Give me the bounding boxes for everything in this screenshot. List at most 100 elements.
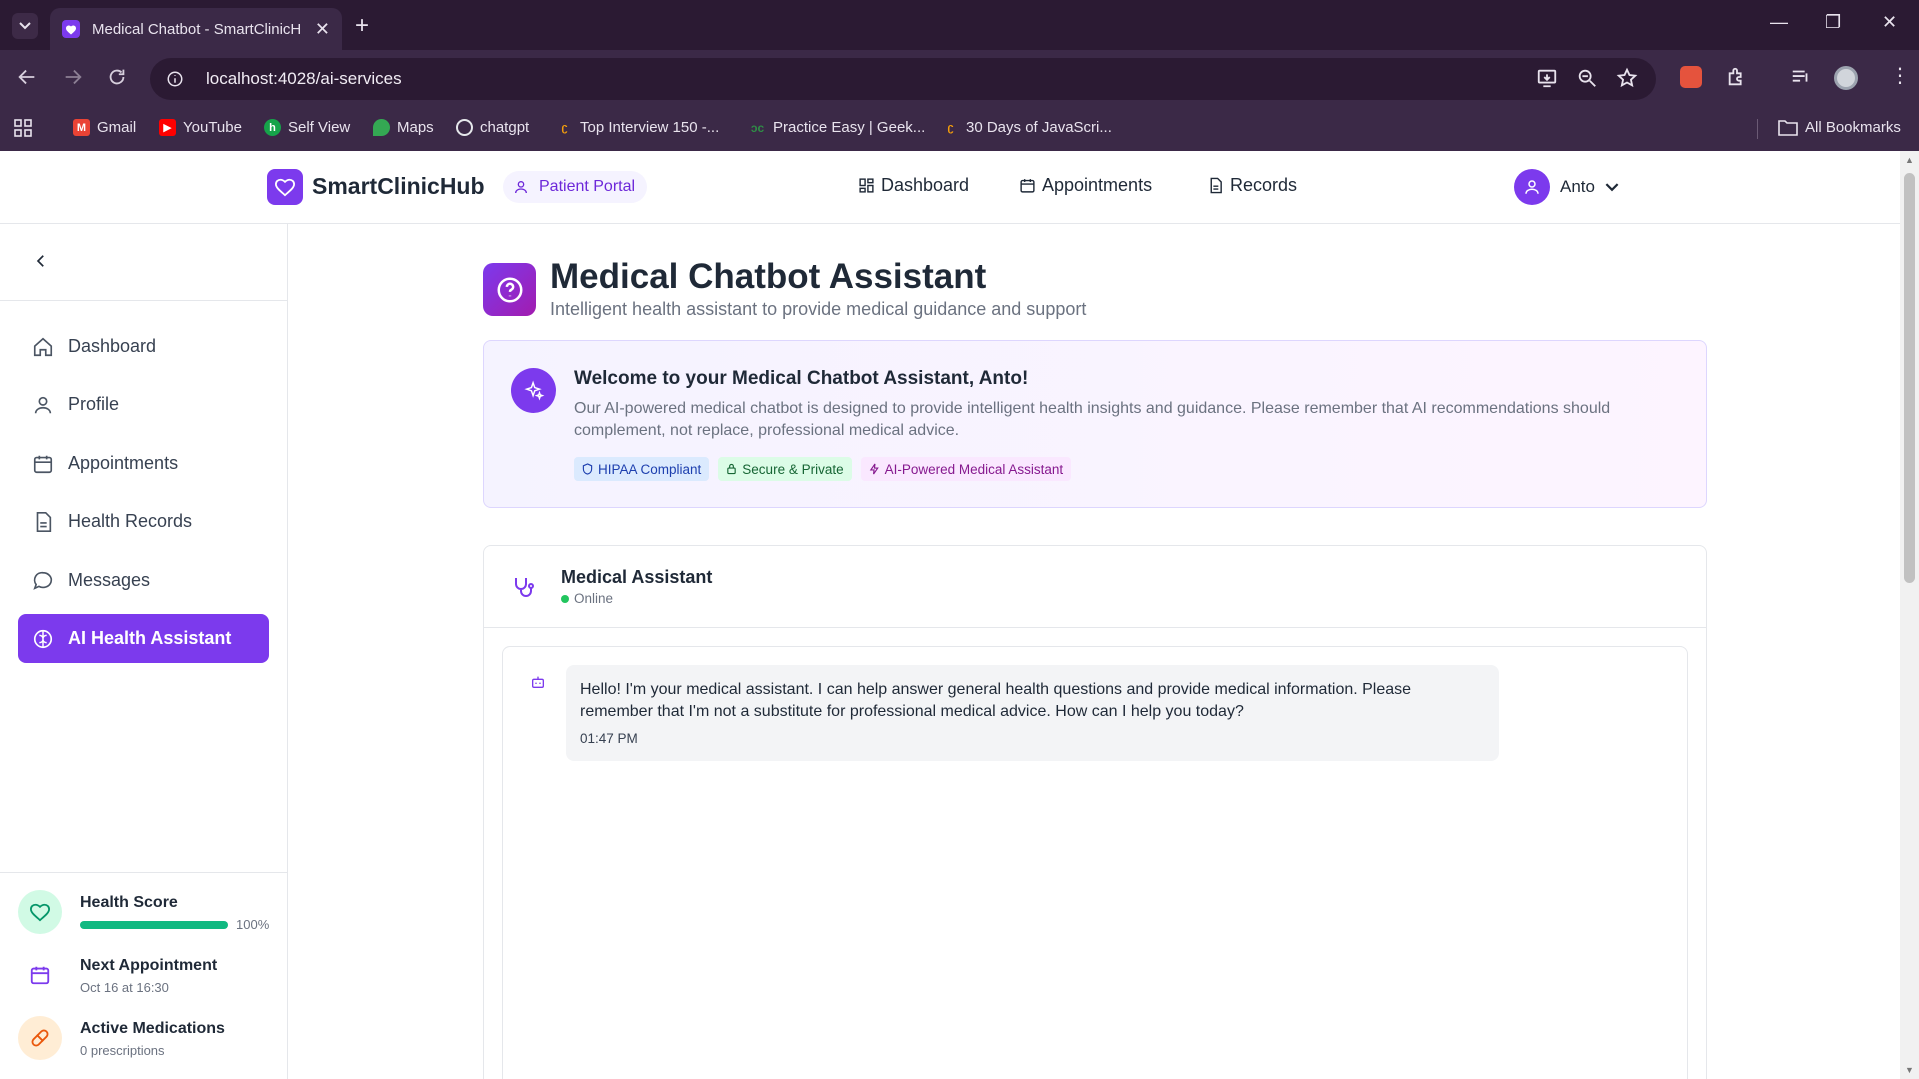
apps-icon[interactable] xyxy=(14,119,32,137)
zoom-icon[interactable] xyxy=(1576,67,1598,89)
badge-ai-powered: AI-Powered Medical Assistant xyxy=(860,457,1072,481)
next-appointment-stat: Next Appointment Oct 16 at 16:30 xyxy=(18,953,217,997)
close-tab-icon[interactable]: ✕ xyxy=(315,19,330,40)
bookmark-label: 30 Days of JavaScri... xyxy=(966,119,1112,136)
restore-icon[interactable]: ❐ xyxy=(1825,12,1841,33)
profile-icon[interactable] xyxy=(1834,66,1858,90)
lock-icon xyxy=(727,463,737,475)
sidebar-item-appointments[interactable]: Appointments xyxy=(18,439,269,488)
gmail-icon: M xyxy=(73,119,90,136)
bookmark-maps[interactable]: Maps xyxy=(373,119,434,136)
menu-icon[interactable]: ⋮ xyxy=(1890,66,1910,86)
sidebar-item-label: Health Records xyxy=(68,511,193,531)
chevron-left-icon xyxy=(36,255,44,267)
media-icon[interactable] xyxy=(1790,66,1812,88)
heart-icon xyxy=(18,890,62,934)
user-icon xyxy=(34,396,52,413)
reload-icon[interactable] xyxy=(106,66,128,88)
selfview-icon: h xyxy=(264,119,281,136)
chat-message: Hello! I'm your medical assistant. I can… xyxy=(566,665,1499,761)
install-app-icon[interactable] xyxy=(1536,67,1558,89)
all-bookmarks-label: All Bookmarks xyxy=(1805,119,1901,136)
sidebar-item-messages[interactable]: Messages xyxy=(18,556,269,605)
user-icon xyxy=(515,181,527,194)
sidebar-item-dashboard[interactable]: Dashboard xyxy=(18,322,269,371)
health-score-value: 100% xyxy=(236,917,270,932)
badge-list: HIPAA Compliant Secure & Private AI-Powe… xyxy=(574,457,1072,481)
extension-icon[interactable] xyxy=(1680,66,1702,88)
logo[interactable] xyxy=(267,169,303,205)
nav-dashboard[interactable]: Dashboard xyxy=(858,175,969,196)
bookmark-chatgpt[interactable]: chatgpt xyxy=(456,119,529,136)
scrollbar-thumb[interactable] xyxy=(1904,173,1915,583)
divider xyxy=(0,872,287,873)
brand-name[interactable]: SmartClinicHub xyxy=(312,173,485,200)
stat-title: Active Medications xyxy=(80,1020,225,1037)
bookmark-youtube[interactable]: ▶ YouTube xyxy=(159,119,242,136)
puzzle-icon[interactable] xyxy=(1726,66,1748,88)
bookmark-30-days[interactable]: ʗ 30 Days of JavaScri... xyxy=(942,119,1112,136)
chat-messages[interactable]: Hello! I'm your medical assistant. I can… xyxy=(502,646,1688,1079)
bot-icon xyxy=(530,674,546,690)
nav-records[interactable]: Records xyxy=(1207,175,1297,196)
divider xyxy=(0,300,287,301)
sidebar-item-label: Dashboard xyxy=(68,336,157,356)
portal-label: Patient Portal xyxy=(539,178,636,195)
sidebar-item-health-records[interactable]: Health Records xyxy=(18,497,269,546)
medications-stat: Active Medications 0 prescriptions xyxy=(18,1016,225,1060)
badge-label: Secure & Private xyxy=(742,461,844,477)
user-menu[interactable]: Anto xyxy=(1514,169,1619,205)
welcome-text: Our AI-powered medical chatbot is design… xyxy=(574,400,1611,439)
bookmark-self-view[interactable]: h Self View xyxy=(264,119,350,136)
chat-title: Medical Assistant xyxy=(561,567,713,587)
bookmark-divider xyxy=(1757,119,1758,139)
scroll-up-icon[interactable]: ▲ xyxy=(1905,155,1914,165)
bookmark-label: Gmail xyxy=(97,119,137,136)
calendar-icon xyxy=(1020,179,1035,193)
bookmark-label: Self View xyxy=(288,119,351,136)
bookmark-label: Top Interview 150 -... xyxy=(580,119,720,136)
url-text[interactable]: localhost:4028/ai-services xyxy=(206,69,402,89)
health-score-bar-fill xyxy=(80,920,228,929)
tab-search-button[interactable] xyxy=(12,13,38,39)
sparkles-icon xyxy=(511,368,556,413)
omnibox[interactable]: localhost:4028/ai-services xyxy=(150,58,1656,100)
bookmark-top-interview[interactable]: ʗ Top Interview 150 -... xyxy=(556,119,719,136)
info-icon[interactable] xyxy=(166,70,184,88)
user-icon xyxy=(1525,180,1539,194)
stat-title: Next Appointment xyxy=(80,957,218,974)
user-name: Anto xyxy=(1560,177,1595,196)
sidebar-item-ai-health-assistant[interactable]: AI Health Assistant xyxy=(18,614,269,663)
shield-icon xyxy=(582,463,593,475)
star-icon[interactable] xyxy=(1616,67,1638,89)
all-bookmarks[interactable]: All Bookmarks xyxy=(1778,119,1901,136)
new-tab-button[interactable]: + xyxy=(355,12,369,40)
badge-hipaa: HIPAA Compliant xyxy=(574,457,710,481)
sidebar-item-label: Profile xyxy=(68,394,120,414)
collapse-sidebar-button[interactable] xyxy=(32,252,50,270)
bookmarks-bar: M Gmail ▶ YouTube h Self View Maps chatgpt … xyxy=(0,107,1919,151)
close-window-icon[interactable]: ✕ xyxy=(1882,12,1897,33)
scroll-down-icon[interactable]: ▼ xyxy=(1905,1065,1914,1075)
file-icon xyxy=(36,511,52,532)
file-icon xyxy=(1210,177,1222,194)
minimize-icon[interactable]: — xyxy=(1770,12,1788,33)
bookmark-practice[interactable]: ↄc Practice Easy | Geek... xyxy=(749,119,925,136)
forward-icon[interactable] xyxy=(62,66,84,88)
nav-appointments[interactable]: Appointments xyxy=(1019,175,1152,196)
chat-status-label: Online xyxy=(574,591,614,606)
browser-tab[interactable]: Medical Chatbot - SmartClinicH ✕ xyxy=(50,8,342,50)
scrollbar[interactable]: ▲ ▼ xyxy=(1900,151,1919,1079)
help-circle-icon xyxy=(483,263,536,316)
bookmark-label: Maps xyxy=(397,119,434,136)
brain-icon xyxy=(33,629,53,648)
welcome-title: Welcome to your Medical Chatbot Assistan… xyxy=(574,368,1029,389)
health-score-bar xyxy=(80,920,228,929)
stat-sub: 0 prescriptions xyxy=(80,1043,165,1058)
back-icon[interactable] xyxy=(16,66,38,88)
leetcode-icon: ʗ xyxy=(561,121,568,134)
sidebar-item-profile[interactable]: Profile xyxy=(18,380,269,429)
chevron-down-icon xyxy=(19,22,31,30)
browser-tab-strip: Medical Chatbot - SmartClinicH ✕ + — ❐ ✕ xyxy=(0,0,1919,50)
bookmark-gmail[interactable]: M Gmail xyxy=(73,119,136,136)
